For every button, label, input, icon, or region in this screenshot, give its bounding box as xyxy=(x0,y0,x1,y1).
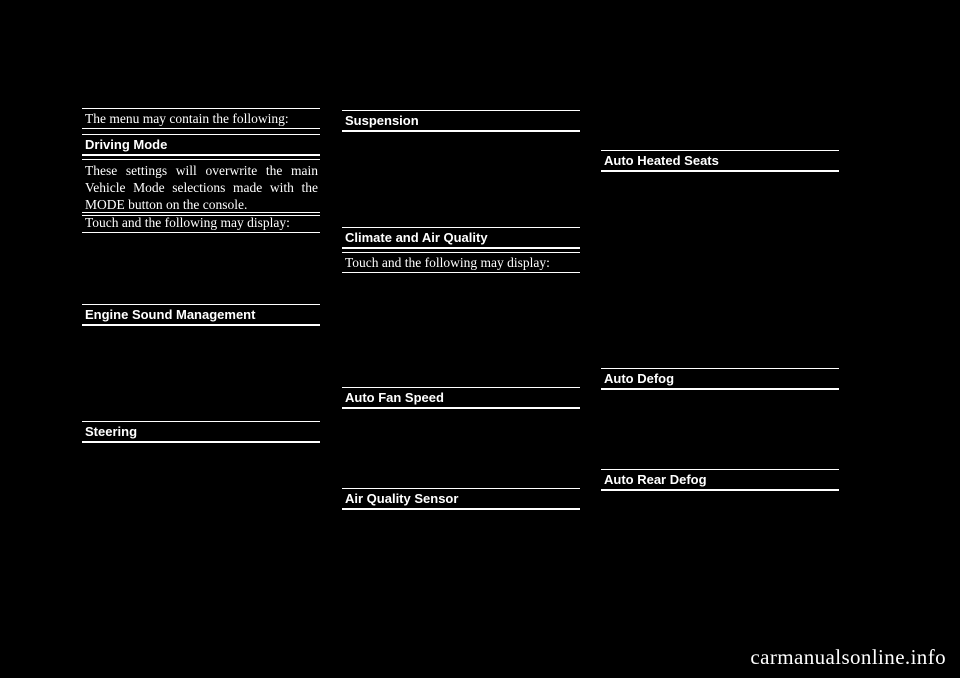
heading-air-quality-sensor: Air Quality Sensor xyxy=(342,488,580,510)
left-touch-note: Touch and the following may display: xyxy=(82,212,320,233)
paragraph-driving-mode: These settings will overwrite the main V… xyxy=(82,159,320,216)
heading-auto-fan-speed: Auto Fan Speed xyxy=(342,387,580,409)
left-intro-text: The menu may contain the following: xyxy=(82,108,320,129)
heading-auto-rear-defog: Auto Rear Defog xyxy=(601,469,839,491)
heading-auto-heated-seats: Auto Heated Seats xyxy=(601,150,839,172)
heading-steering: Steering xyxy=(82,421,320,443)
document-page: The menu may contain the following: Driv… xyxy=(0,0,960,678)
heading-engine-sound-management: Engine Sound Management xyxy=(82,304,320,326)
heading-auto-defog: Auto Defog xyxy=(601,368,839,390)
heading-climate-and-air-quality: Climate and Air Quality xyxy=(342,227,580,249)
heading-driving-mode: Driving Mode xyxy=(82,134,320,156)
footer-watermark: carmanualsonline.info xyxy=(750,645,946,669)
heading-suspension: Suspension xyxy=(342,110,580,132)
middle-touch-note: Touch and the following may display: xyxy=(342,252,580,273)
